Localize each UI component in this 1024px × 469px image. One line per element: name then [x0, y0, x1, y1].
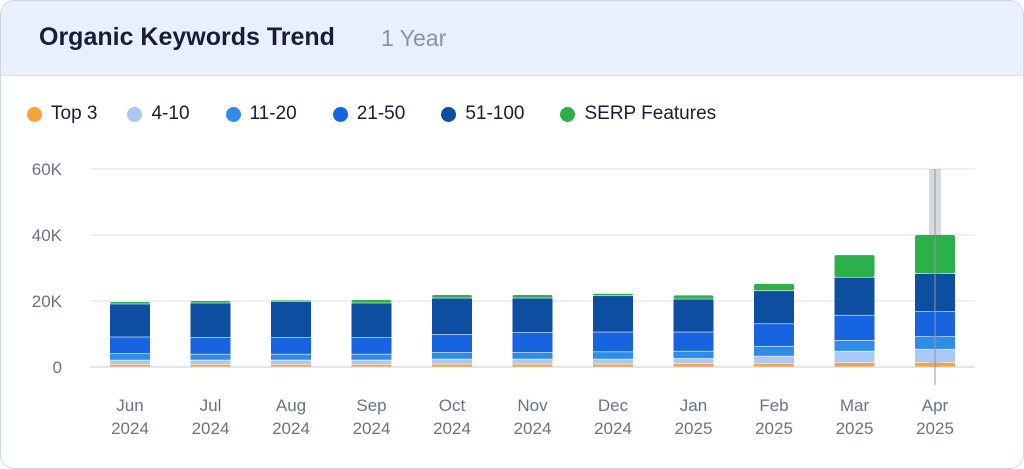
- bar-segment[interactable]: [673, 351, 714, 359]
- bar-segment[interactable]: [593, 359, 633, 364]
- y-tick-label: 0: [53, 358, 62, 377]
- bar-segment[interactable]: [593, 332, 633, 352]
- x-tick-label: 2024: [353, 419, 391, 438]
- x-tick-label: 2025: [675, 419, 713, 438]
- bar-segment[interactable]: [351, 300, 392, 303]
- x-tick-label: Aug: [276, 396, 306, 415]
- bar-segment[interactable]: [512, 298, 553, 333]
- x-tick-label: Feb: [759, 396, 788, 415]
- x-tick-label: Apr: [922, 396, 949, 415]
- x-tick-label: Jul: [200, 396, 222, 415]
- bar-segment[interactable]: [432, 295, 472, 298]
- bar-segment[interactable]: [271, 364, 311, 367]
- x-tick-label: 2025: [836, 419, 874, 438]
- x-tick-label: 2024: [514, 419, 552, 438]
- bar-segment[interactable]: [754, 346, 794, 356]
- bar-segment[interactable]: [271, 337, 311, 354]
- x-tick-label: Oct: [439, 396, 466, 415]
- bar-segment[interactable]: [593, 352, 633, 359]
- bar-segment[interactable]: [190, 301, 231, 303]
- bar-segment[interactable]: [834, 277, 875, 315]
- x-tick-label: 2025: [755, 419, 793, 438]
- x-tick-label: Jun: [116, 396, 143, 415]
- bar-segment[interactable]: [351, 303, 392, 338]
- x-tick-label: 2024: [433, 419, 471, 438]
- bar-segment[interactable]: [110, 337, 150, 354]
- bar-segment[interactable]: [512, 295, 553, 298]
- bar-segment[interactable]: [673, 299, 714, 332]
- bar-segment[interactable]: [512, 333, 553, 353]
- bar-segment[interactable]: [190, 360, 231, 365]
- x-tick-label: Nov: [517, 396, 548, 415]
- bar-segment[interactable]: [432, 359, 472, 364]
- bar-segment[interactable]: [512, 352, 553, 359]
- x-tick-label: Jan: [680, 396, 707, 415]
- bar-segment[interactable]: [190, 364, 231, 367]
- bar-segment[interactable]: [190, 354, 231, 360]
- bar-segment[interactable]: [834, 255, 875, 277]
- x-tick-label: 2024: [192, 419, 230, 438]
- x-tick-label: 2024: [594, 419, 632, 438]
- bar-segment[interactable]: [834, 315, 875, 340]
- bar-segment[interactable]: [512, 364, 553, 367]
- x-tick-label: Mar: [840, 396, 870, 415]
- bar-segment[interactable]: [754, 324, 794, 346]
- bar-segment[interactable]: [673, 358, 714, 364]
- bar-segment[interactable]: [351, 360, 392, 365]
- bar-segment[interactable]: [432, 298, 472, 335]
- bar-segment[interactable]: [432, 334, 472, 353]
- bar-segment[interactable]: [110, 360, 150, 365]
- bar-segment[interactable]: [673, 332, 714, 351]
- y-tick-label: 40K: [32, 226, 63, 245]
- bar-segment[interactable]: [432, 364, 472, 367]
- bar-segment[interactable]: [271, 300, 311, 302]
- bar-segment[interactable]: [271, 354, 311, 360]
- bar-segment[interactable]: [834, 351, 875, 363]
- bar-segment[interactable]: [834, 363, 875, 367]
- x-tick-label: 2024: [111, 419, 149, 438]
- x-tick-label: 2024: [272, 419, 310, 438]
- bar-segment[interactable]: [110, 353, 150, 360]
- bar-segment[interactable]: [754, 363, 794, 367]
- bar-segment[interactable]: [110, 364, 150, 367]
- keywords-bar-chart: 0 20K 40K 60K Jun 2024 Jul 2024 Aug 2024 Sep 2024 Oc…: [32, 160, 975, 438]
- bar-segment[interactable]: [593, 293, 633, 296]
- bar-segment[interactable]: [834, 340, 875, 351]
- bar-segment[interactable]: [351, 354, 392, 360]
- y-tick-label: 20K: [32, 292, 63, 311]
- bar-segment[interactable]: [271, 360, 311, 365]
- bar-segment[interactable]: [432, 352, 472, 359]
- bar-segment[interactable]: [673, 295, 714, 299]
- x-tick-label: 2025: [916, 419, 954, 438]
- bar-segment[interactable]: [110, 301, 150, 304]
- bar-segment[interactable]: [351, 364, 392, 367]
- bar-segment[interactable]: [351, 337, 392, 354]
- bar-segment[interactable]: [754, 356, 794, 364]
- bar-segment[interactable]: [593, 296, 633, 332]
- bar-segment[interactable]: [110, 304, 150, 337]
- bar-segment[interactable]: [754, 283, 794, 291]
- bar-segment[interactable]: [593, 364, 633, 367]
- x-tick-label: Sep: [356, 396, 386, 415]
- bar-segment[interactable]: [271, 301, 311, 338]
- y-tick-label: 60K: [32, 160, 63, 179]
- bar-segment[interactable]: [673, 364, 714, 367]
- x-tick-label: Dec: [598, 396, 629, 415]
- bar-segment[interactable]: [190, 337, 231, 354]
- bar-segment[interactable]: [512, 359, 553, 364]
- bar-segment[interactable]: [190, 303, 231, 338]
- bar-segment[interactable]: [754, 291, 794, 324]
